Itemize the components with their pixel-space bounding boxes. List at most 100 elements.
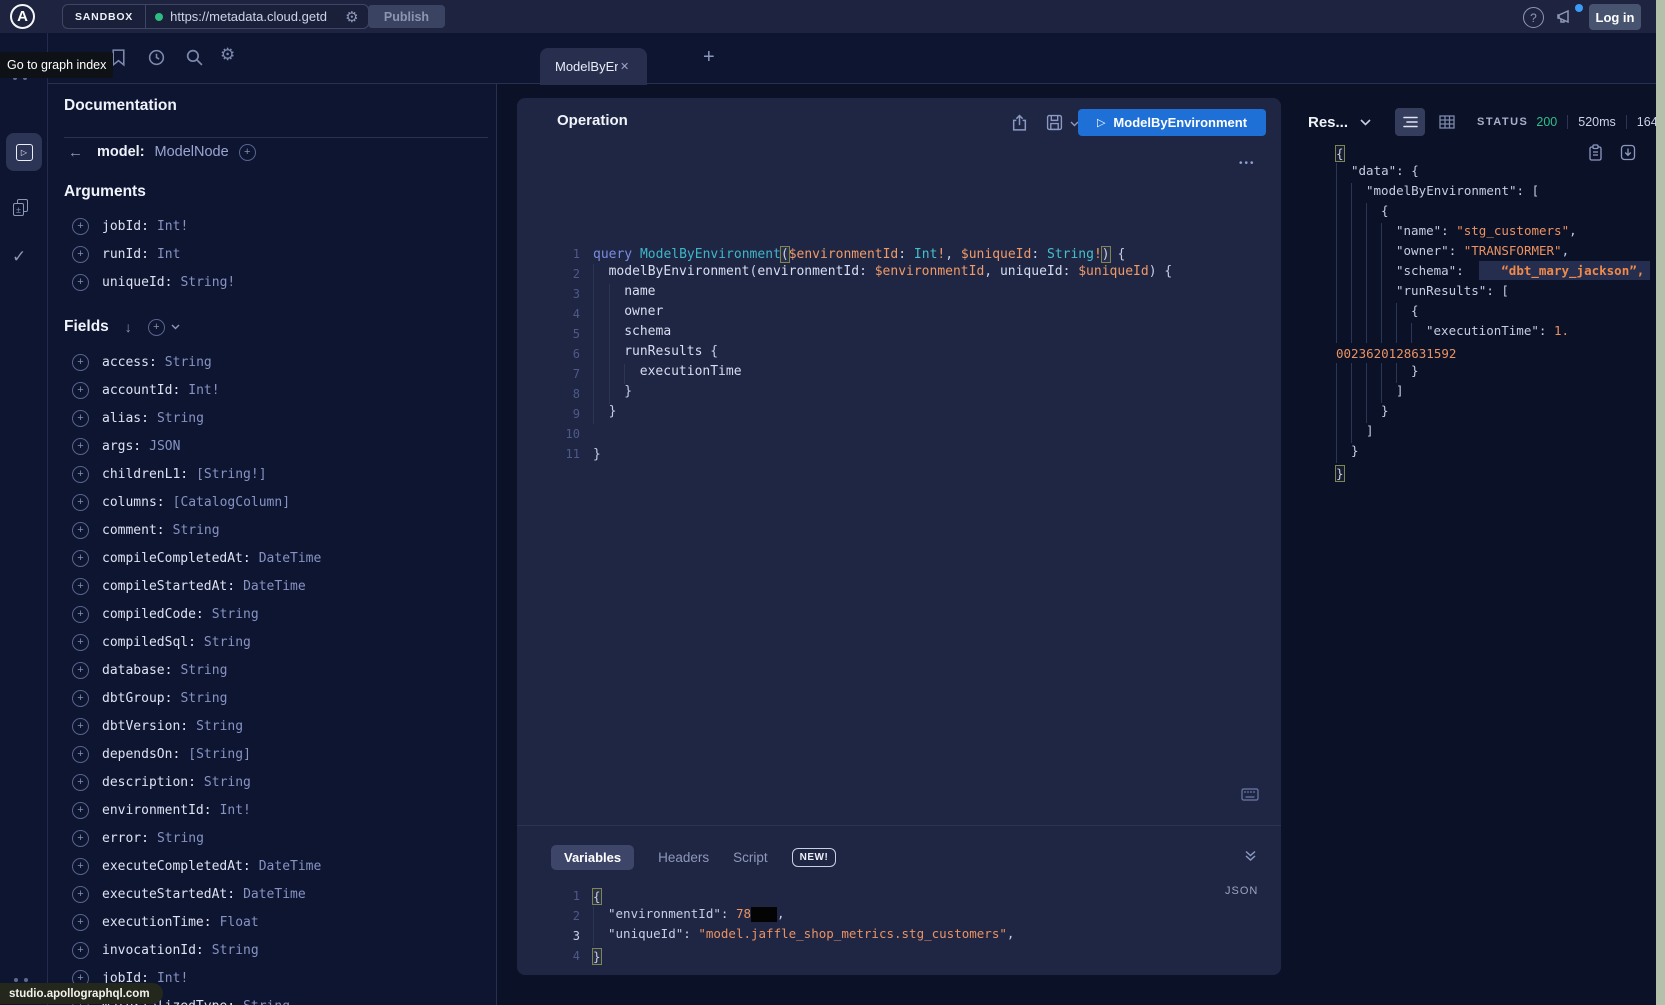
endpoint-settings-gear-icon[interactable]: ⚙: [345, 8, 358, 26]
add-field-icon[interactable]: +: [72, 578, 89, 595]
doc-field-type[interactable]: JSON: [149, 439, 180, 454]
add-field-icon[interactable]: +: [72, 718, 89, 735]
doc-field-type[interactable]: String: [196, 719, 243, 734]
add-field-icon[interactable]: +: [72, 606, 89, 623]
doc-field-type[interactable]: String: [157, 831, 204, 846]
doc-field-type[interactable]: DateTime: [259, 551, 322, 566]
doc-field-type[interactable]: String: [212, 607, 259, 622]
doc-field-type[interactable]: String!: [180, 275, 235, 290]
endpoint-url-field[interactable]: https://metadata.cloud.getd ⚙: [146, 8, 367, 26]
doc-field-row[interactable]: +jobId:Int!: [72, 212, 492, 240]
apollo-logo-icon[interactable]: A: [10, 4, 35, 29]
add-field-icon[interactable]: +: [72, 690, 89, 707]
publish-button[interactable]: Publish: [368, 5, 445, 28]
add-all-fields-icon[interactable]: +: [148, 319, 165, 336]
variables-editor[interactable]: 1{2"environmentId": 78,3"uniqueId": "mod…: [517, 886, 1014, 966]
add-field-icon[interactable]: +: [72, 382, 89, 399]
add-field-icon[interactable]: +: [72, 914, 89, 931]
add-field-icon[interactable]: +: [72, 218, 89, 235]
doc-field-row[interactable]: +childrenL1:[String!]: [72, 460, 492, 488]
tab-headers[interactable]: Headers: [658, 850, 709, 865]
editor-options-menu-icon[interactable]: •••: [1239, 158, 1256, 169]
sort-fields-icon[interactable]: ↓: [125, 319, 132, 335]
doc-field-type[interactable]: Int: [157, 247, 180, 262]
doc-field-type[interactable]: Int!: [188, 383, 219, 398]
chevron-down-icon[interactable]: [171, 324, 180, 330]
doc-field-row[interactable]: +dbtVersion:String: [72, 712, 492, 740]
add-field-icon[interactable]: +: [72, 746, 89, 763]
announcements-icon[interactable]: [1556, 7, 1576, 27]
doc-field-row[interactable]: +compileStartedAt:DateTime: [72, 572, 492, 600]
add-field-icon[interactable]: +: [72, 466, 89, 483]
login-button[interactable]: Log in: [1589, 4, 1641, 30]
response-title[interactable]: Res...: [1308, 114, 1348, 131]
doc-field-type[interactable]: String: [157, 411, 204, 426]
rail-bottom-icon[interactable]: [24, 978, 28, 982]
schema-diff-nav-icon[interactable]: ±: [13, 199, 29, 217]
doc-field-type[interactable]: DateTime: [243, 579, 306, 594]
doc-type-name[interactable]: ModelNode: [155, 144, 229, 160]
doc-field-type[interactable]: String: [243, 999, 290, 1005]
doc-field-type[interactable]: [String]: [188, 747, 251, 762]
doc-field-row[interactable]: +description:String: [72, 768, 492, 796]
add-field-icon[interactable]: +: [72, 886, 89, 903]
add-field-icon[interactable]: +: [72, 438, 89, 455]
doc-field-row[interactable]: +access:String: [72, 348, 492, 376]
checks-nav-icon[interactable]: ✓: [12, 247, 26, 267]
add-type-icon[interactable]: +: [239, 144, 256, 161]
doc-field-row[interactable]: +uniqueId:String!: [72, 268, 492, 296]
doc-field-type[interactable]: Int!: [220, 803, 251, 818]
add-field-icon[interactable]: +: [72, 802, 89, 819]
explorer-settings-gear-icon[interactable]: ⚙: [220, 45, 235, 65]
explorer-nav-icon[interactable]: ▷: [6, 133, 42, 171]
add-field-icon[interactable]: +: [72, 858, 89, 875]
add-field-icon[interactable]: +: [72, 354, 89, 371]
endpoint-url-text[interactable]: https://metadata.cloud.getd: [170, 9, 338, 24]
doc-field-type[interactable]: String: [180, 691, 227, 706]
new-tab-button[interactable]: +: [703, 46, 715, 69]
run-operation-button[interactable]: ▷ ModelByEnvironment: [1078, 109, 1266, 136]
add-field-icon[interactable]: +: [72, 942, 89, 959]
doc-field-type[interactable]: Int!: [157, 971, 188, 986]
add-field-icon[interactable]: +: [72, 494, 89, 511]
doc-field-type[interactable]: Int!: [157, 219, 188, 234]
add-field-icon[interactable]: +: [72, 522, 89, 539]
back-arrow-icon[interactable]: ←: [68, 144, 83, 161]
doc-field-type[interactable]: String: [204, 635, 251, 650]
doc-field-row[interactable]: +alias:String: [72, 404, 492, 432]
keyboard-shortcuts-icon[interactable]: [1241, 788, 1259, 801]
search-icon[interactable]: [185, 48, 204, 67]
doc-field-type[interactable]: [String!]: [196, 467, 266, 482]
doc-field-type[interactable]: DateTime: [259, 859, 322, 874]
doc-field-type[interactable]: String: [173, 523, 220, 538]
doc-field-type[interactable]: String: [165, 355, 212, 370]
add-field-icon[interactable]: +: [72, 774, 89, 791]
doc-field-row[interactable]: +invocationId:String: [72, 936, 492, 964]
add-field-icon[interactable]: +: [72, 830, 89, 847]
doc-field-row[interactable]: +columns:[CatalogColumn]: [72, 488, 492, 516]
help-icon[interactable]: ?: [1523, 7, 1544, 28]
save-icon[interactable]: [1046, 114, 1063, 131]
doc-field-row[interactable]: +error:String: [72, 824, 492, 852]
doc-field-row[interactable]: +compiledSql:String: [72, 628, 492, 656]
doc-field-row[interactable]: +database:String: [72, 656, 492, 684]
tab-variables[interactable]: Variables: [551, 845, 634, 870]
doc-field-row[interactable]: +dbtGroup:String: [72, 684, 492, 712]
doc-field-row[interactable]: +dependsOn:[String]: [72, 740, 492, 768]
add-field-icon[interactable]: +: [72, 662, 89, 679]
doc-field-row[interactable]: +accountId:Int!: [72, 376, 492, 404]
response-body[interactable]: {"data": {"modelByEnvironment": [{"name"…: [1323, 143, 1650, 483]
doc-field-row[interactable]: +compileCompletedAt:DateTime: [72, 544, 492, 572]
doc-field-row[interactable]: +comment:String: [72, 516, 492, 544]
doc-field-type[interactable]: String: [212, 943, 259, 958]
tab-script[interactable]: Script: [733, 850, 768, 865]
rail-bottom-icon[interactable]: [14, 978, 18, 982]
tab-model-by-environment[interactable]: ModelByEnvi... ✕: [540, 48, 647, 85]
doc-field-row[interactable]: +environmentId:Int!: [72, 796, 492, 824]
doc-field-type[interactable]: [CatalogColumn]: [173, 495, 290, 510]
history-icon[interactable]: [147, 48, 166, 67]
doc-field-row[interactable]: +executeCompletedAt:DateTime: [72, 852, 492, 880]
response-dropdown-chevron-icon[interactable]: [1360, 119, 1371, 126]
doc-field-type[interactable]: String: [204, 775, 251, 790]
collapse-variables-icon[interactable]: [1244, 850, 1257, 862]
